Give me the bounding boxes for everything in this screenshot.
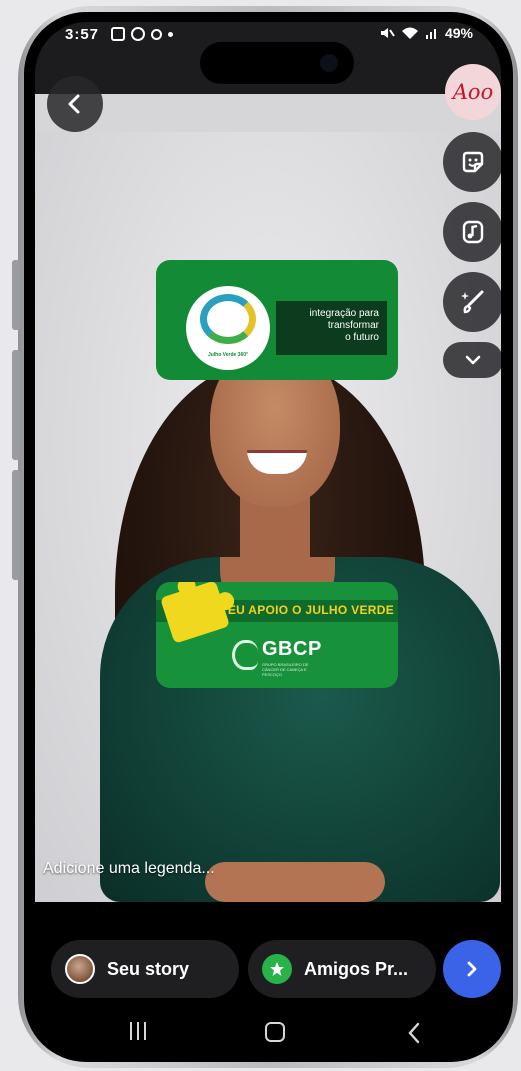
phone-side-button	[12, 470, 20, 580]
wifi-icon	[401, 27, 418, 39]
battery-level: 49%	[444, 25, 473, 41]
phone-mockup: 3:57 49% Aoo Julho Verde 360° integração…	[0, 0, 521, 1071]
dynamic-island	[200, 42, 354, 84]
signal-icon	[425, 29, 436, 39]
julho-verde-logo: Julho Verde 360°	[186, 286, 270, 370]
status-notification-icons	[111, 27, 173, 41]
julho-verde-sticker[interactable]: Julho Verde 360° integração para transfo…	[156, 260, 398, 380]
julho-verde-logo-caption: Julho Verde 360°	[207, 352, 249, 358]
puzzle-piece-icon	[160, 582, 230, 644]
home-nav-button[interactable]	[265, 1022, 285, 1042]
support-text: EU APOIO O JULHO VERDE	[227, 603, 394, 617]
chevron-right-icon	[467, 961, 477, 977]
close-friends-star-icon	[262, 954, 292, 984]
more-tools-button[interactable]	[443, 342, 501, 378]
music-button[interactable]	[443, 202, 501, 262]
story-editor-screen: 3:57 49% Aoo Julho Verde 360° integração…	[35, 22, 501, 1056]
next-button[interactable]	[443, 940, 501, 998]
app-notification-icon	[151, 28, 162, 40]
share-close-friends-button[interactable]: Amigos Pr...	[248, 940, 436, 998]
gbcp-brand: GBCP	[262, 638, 322, 660]
user-avatar	[65, 954, 95, 984]
tagline-line: o futuro	[345, 332, 379, 343]
front-camera	[320, 54, 338, 72]
tagline-line: transformar	[327, 320, 379, 331]
back-nav-icon[interactable]	[407, 1022, 421, 1044]
gallery-notification-icon	[111, 27, 125, 41]
share-your-story-button[interactable]: Seu story	[51, 940, 239, 998]
draw-button[interactable]	[443, 272, 501, 332]
julho-verde-ring-icon	[200, 294, 256, 344]
status-system-icons: 49%	[379, 25, 473, 41]
back-button[interactable]	[47, 76, 103, 132]
system-navigation-bar	[35, 1022, 501, 1056]
status-time: 3:57	[65, 26, 100, 43]
brush-sparkle-icon	[461, 290, 484, 314]
julho-verde-tagline: integração para transformar o futuro	[276, 301, 387, 355]
chevron-down-icon	[465, 355, 481, 365]
more-notifications-dot-icon	[168, 31, 173, 37]
chevron-left-icon	[68, 94, 80, 114]
your-story-label: Seu story	[107, 958, 190, 979]
share-bar: Seu story Amigos Pr...	[35, 902, 501, 1056]
sticker-icon	[462, 151, 484, 173]
avatar-text: Aoo	[452, 80, 494, 104]
tagline-line: integração para	[309, 308, 380, 319]
check-notification-icon	[131, 27, 145, 41]
phone-side-button	[12, 260, 20, 330]
photo-background	[35, 94, 501, 132]
gbcp-logo-icon	[232, 640, 258, 670]
close-friends-label: Amigos Pr...	[304, 958, 409, 979]
gbcp-subtitle: GRUPO BRASILEIRO DE CÂNCER DE CABEÇA E P…	[262, 662, 309, 677]
star-icon	[270, 962, 284, 976]
profile-avatar[interactable]: Aoo	[445, 64, 501, 120]
recents-nav-button[interactable]	[130, 1022, 146, 1040]
gbcp-sticker[interactable]: EU APOIO O JULHO VERDE GBCP GRUPO BRASIL…	[156, 582, 398, 688]
mute-icon	[380, 28, 395, 38]
story-photo[interactable]	[35, 132, 501, 902]
caption-input[interactable]: Adicione uma legenda...	[43, 860, 215, 878]
sticker-button[interactable]	[443, 132, 501, 192]
music-note-icon	[462, 220, 484, 244]
photo-subject-hands	[205, 862, 385, 902]
phone-side-button	[12, 350, 20, 460]
